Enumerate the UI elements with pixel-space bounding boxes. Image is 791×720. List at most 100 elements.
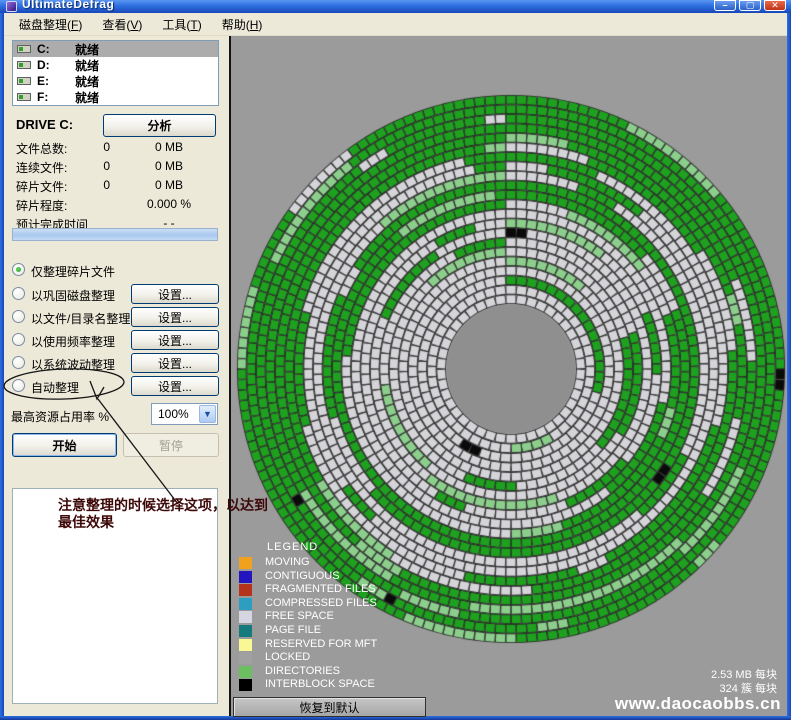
- drive-label: DRIVE C:: [16, 117, 73, 132]
- drive-icon: [17, 61, 31, 69]
- stats-count: 0: [74, 159, 110, 173]
- method-row-5: 自动整理 设置...: [4, 376, 229, 398]
- stats-size: 0 MB: [126, 159, 212, 173]
- menu-bar: 磁盘整理(F)查看(V)工具(T)帮助(H): [4, 13, 787, 36]
- method-label[interactable]: 仅整理碎片文件: [31, 263, 115, 280]
- drive-status: 就绪: [75, 41, 99, 58]
- stats-count: 0: [74, 140, 110, 154]
- log-listbox[interactable]: [12, 488, 218, 704]
- minimize-button[interactable]: –: [714, 0, 736, 11]
- method-row-2: 以文件/目录名整理设置...: [4, 307, 229, 329]
- stats-row-2: 碎片文件: 0 0 MB: [4, 178, 229, 196]
- menu-item-0[interactable]: 磁盘整理(F): [10, 13, 91, 36]
- stats-row-3: 碎片程度: 0.000 %: [4, 197, 229, 215]
- stats-size: 0.000 %: [126, 197, 212, 211]
- legend-label-2: FRAGMENTED FILES: [265, 583, 376, 595]
- legend-label-9: INTERBLOCK SPACE: [265, 678, 375, 690]
- resource-usage-label: 最高资源占用率 %: [11, 408, 109, 425]
- legend-label-6: RESERVED FOR MFT: [265, 638, 377, 650]
- radio-unselected-5[interactable]: [12, 379, 25, 392]
- restore-default-button[interactable]: 恢复到默认: [233, 697, 426, 717]
- stats-label: 连续文件:: [16, 159, 67, 176]
- drive-row-F[interactable]: F:就绪: [13, 89, 218, 105]
- drive-row-E[interactable]: E:就绪: [13, 73, 218, 89]
- legend-swatch-8: [239, 666, 252, 678]
- radio-unselected-4[interactable]: [12, 356, 25, 369]
- legend-label-7: LOCKED: [265, 651, 310, 663]
- drive-icon: [17, 93, 31, 101]
- settings-button-3[interactable]: 设置...: [131, 330, 219, 350]
- stats-label: 碎片文件:: [16, 178, 67, 195]
- radio-unselected-1[interactable]: [12, 287, 25, 300]
- radio-unselected-2[interactable]: [12, 310, 25, 323]
- method-label[interactable]: 以系统波动整理: [31, 356, 115, 373]
- drive-icon: [17, 45, 31, 53]
- window-title: UltimateDefrag: [22, 0, 114, 11]
- menu-item-3[interactable]: 帮助(H): [213, 13, 272, 36]
- legend-swatch-2: [239, 584, 252, 596]
- radio-unselected-3[interactable]: [12, 333, 25, 346]
- stats-row-0: 文件总数: 0 0 MB: [4, 140, 229, 158]
- method-label[interactable]: 以使用频率整理: [31, 333, 115, 350]
- method-row-3: 以使用频率整理设置...: [4, 330, 229, 352]
- resource-dropdown[interactable]: 100% ▼: [151, 403, 218, 425]
- stats-label: 碎片程度:: [16, 197, 67, 214]
- resource-dropdown-value: 100%: [158, 407, 189, 421]
- chevron-down-icon[interactable]: ▼: [199, 405, 216, 423]
- settings-button-2[interactable]: 设置...: [131, 307, 219, 327]
- method-row-1: 以巩固磁盘整理设置...: [4, 284, 229, 306]
- legend-label-4: FREE SPACE: [265, 610, 334, 622]
- drive-status: 就绪: [75, 89, 99, 106]
- method-label[interactable]: 以文件/目录名整理: [31, 310, 130, 327]
- settings-button-5[interactable]: 设置...: [131, 376, 219, 396]
- legend-swatch-0: [239, 557, 252, 569]
- method-row-4: 以系统波动整理设置...: [4, 353, 229, 375]
- window-border-right: [787, 13, 791, 716]
- legend-label-0: MOVING: [265, 556, 310, 568]
- drive-list[interactable]: C:就绪D:就绪E:就绪F:就绪: [12, 40, 219, 106]
- title-bar[interactable]: UltimateDefrag – ▢ ✕: [0, 0, 791, 13]
- stats-size: 0 MB: [126, 140, 212, 154]
- stats-size: 0 MB: [126, 178, 212, 192]
- method-label[interactable]: 以巩固磁盘整理: [31, 287, 115, 304]
- legend-swatch-7: [239, 652, 252, 664]
- app-icon: [6, 1, 17, 12]
- drive-row-C[interactable]: C:就绪: [13, 41, 218, 57]
- method-row-0: 仅整理碎片文件: [4, 260, 229, 282]
- drive-row-D[interactable]: D:就绪: [13, 57, 218, 73]
- legend-label-1: CONTIGUOUS: [265, 570, 340, 582]
- drive-letter: C:: [37, 42, 75, 56]
- drive-letter: E:: [37, 74, 75, 88]
- app-window: UltimateDefrag – ▢ ✕ 磁盘整理(F)查看(V)工具(T)帮助…: [0, 0, 791, 720]
- legend-title: LEGEND: [267, 541, 318, 553]
- legend-swatch-3: [239, 598, 252, 610]
- drive-status: 就绪: [75, 73, 99, 90]
- legend-swatch-5: [239, 625, 252, 637]
- radio-selected-0[interactable]: [12, 263, 25, 276]
- settings-button-1[interactable]: 设置...: [131, 284, 219, 304]
- progress-bar: [12, 228, 218, 241]
- watermark-text: www.daocaobbs.cn: [615, 694, 781, 714]
- maximize-button[interactable]: ▢: [739, 0, 761, 11]
- legend-swatch-4: [239, 611, 252, 623]
- stats-count: 0: [74, 178, 110, 192]
- control-panel: C:就绪D:就绪E:就绪F:就绪 DRIVE C: 分析 文件总数:00 MB连…: [4, 36, 229, 716]
- drive-letter: D:: [37, 58, 75, 72]
- close-button[interactable]: ✕: [764, 0, 786, 11]
- start-button[interactable]: 开始: [12, 433, 117, 457]
- stats-label: 文件总数:: [16, 140, 67, 157]
- settings-button-4[interactable]: 设置...: [131, 353, 219, 373]
- drive-icon: [17, 77, 31, 85]
- legend-swatch-9: [239, 679, 252, 691]
- legend-label-8: DIRECTORIES: [265, 665, 340, 677]
- drive-letter: F:: [37, 90, 75, 104]
- menu-item-2[interactable]: 工具(T): [153, 13, 210, 36]
- legend-swatch-1: [239, 571, 252, 583]
- analyze-button[interactable]: 分析: [103, 114, 216, 137]
- method-label[interactable]: 自动整理: [31, 379, 79, 396]
- menu-item-1[interactable]: 查看(V): [93, 13, 151, 36]
- legend-swatch-6: [239, 639, 252, 651]
- pause-button: 暂停: [123, 433, 219, 457]
- legend-label-3: COMPRESSED FILES: [265, 597, 377, 609]
- stats-row-1: 连续文件: 0 0 MB: [4, 159, 229, 177]
